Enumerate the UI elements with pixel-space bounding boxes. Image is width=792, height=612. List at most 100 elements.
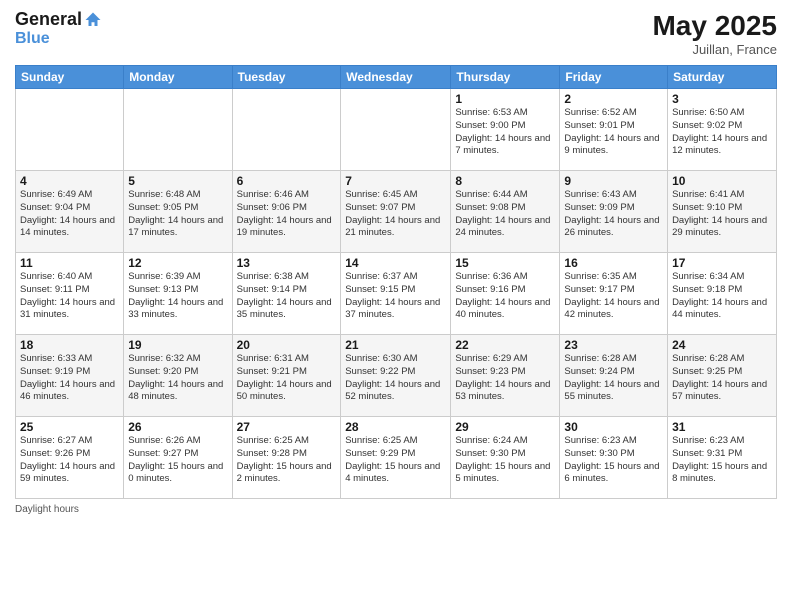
calendar-cell-w5-d2: 26Sunrise: 6:26 AM Sunset: 9:27 PM Dayli… <box>124 417 232 499</box>
calendar-cell-w1-d2 <box>124 89 232 171</box>
day-number: 29 <box>455 420 555 434</box>
calendar-cell-w2-d4: 7Sunrise: 6:45 AM Sunset: 9:07 PM Daylig… <box>341 171 451 253</box>
month-year-title: May 2025 <box>652 10 777 42</box>
day-info: Sunrise: 6:36 AM Sunset: 9:16 PM Dayligh… <box>455 271 555 322</box>
day-info: Sunrise: 6:30 AM Sunset: 9:22 PM Dayligh… <box>345 353 446 404</box>
calendar-cell-w2-d3: 6Sunrise: 6:46 AM Sunset: 9:06 PM Daylig… <box>232 171 341 253</box>
calendar-cell-w3-d7: 17Sunrise: 6:34 AM Sunset: 9:18 PM Dayli… <box>668 253 777 335</box>
day-info: Sunrise: 6:37 AM Sunset: 9:15 PM Dayligh… <box>345 271 446 322</box>
day-number: 17 <box>672 256 772 270</box>
day-number: 15 <box>455 256 555 270</box>
day-number: 16 <box>564 256 663 270</box>
calendar-cell-w3-d3: 13Sunrise: 6:38 AM Sunset: 9:14 PM Dayli… <box>232 253 341 335</box>
day-number: 22 <box>455 338 555 352</box>
day-info: Sunrise: 6:50 AM Sunset: 9:02 PM Dayligh… <box>672 107 772 158</box>
calendar-cell-w4-d5: 22Sunrise: 6:29 AM Sunset: 9:23 PM Dayli… <box>451 335 560 417</box>
week-row-4: 18Sunrise: 6:33 AM Sunset: 9:19 PM Dayli… <box>16 335 777 417</box>
day-number: 24 <box>672 338 772 352</box>
day-number: 7 <box>345 174 446 188</box>
calendar-cell-w5-d7: 31Sunrise: 6:23 AM Sunset: 9:31 PM Dayli… <box>668 417 777 499</box>
calendar-cell-w1-d5: 1Sunrise: 6:53 AM Sunset: 9:00 PM Daylig… <box>451 89 560 171</box>
day-number: 21 <box>345 338 446 352</box>
day-number: 1 <box>455 92 555 106</box>
day-info: Sunrise: 6:32 AM Sunset: 9:20 PM Dayligh… <box>128 353 227 404</box>
day-info: Sunrise: 6:48 AM Sunset: 9:05 PM Dayligh… <box>128 189 227 240</box>
day-number: 8 <box>455 174 555 188</box>
calendar-cell-w3-d2: 12Sunrise: 6:39 AM Sunset: 9:13 PM Dayli… <box>124 253 232 335</box>
day-info: Sunrise: 6:34 AM Sunset: 9:18 PM Dayligh… <box>672 271 772 322</box>
col-tuesday: Tuesday <box>232 66 341 89</box>
day-number: 30 <box>564 420 663 434</box>
col-wednesday: Wednesday <box>341 66 451 89</box>
col-thursday: Thursday <box>451 66 560 89</box>
day-info: Sunrise: 6:24 AM Sunset: 9:30 PM Dayligh… <box>455 435 555 486</box>
title-block: May 2025 Juillan, France <box>652 10 777 57</box>
day-info: Sunrise: 6:28 AM Sunset: 9:25 PM Dayligh… <box>672 353 772 404</box>
logo-text-line2: Blue <box>15 30 50 48</box>
calendar-cell-w2-d1: 4Sunrise: 6:49 AM Sunset: 9:04 PM Daylig… <box>16 171 124 253</box>
day-info: Sunrise: 6:29 AM Sunset: 9:23 PM Dayligh… <box>455 353 555 404</box>
calendar-cell-w5-d5: 29Sunrise: 6:24 AM Sunset: 9:30 PM Dayli… <box>451 417 560 499</box>
day-number: 4 <box>20 174 119 188</box>
calendar-cell-w2-d7: 10Sunrise: 6:41 AM Sunset: 9:10 PM Dayli… <box>668 171 777 253</box>
calendar-cell-w3-d5: 15Sunrise: 6:36 AM Sunset: 9:16 PM Dayli… <box>451 253 560 335</box>
day-info: Sunrise: 6:45 AM Sunset: 9:07 PM Dayligh… <box>345 189 446 240</box>
day-info: Sunrise: 6:52 AM Sunset: 9:01 PM Dayligh… <box>564 107 663 158</box>
day-number: 26 <box>128 420 227 434</box>
day-info: Sunrise: 6:31 AM Sunset: 9:21 PM Dayligh… <box>237 353 337 404</box>
day-info: Sunrise: 6:27 AM Sunset: 9:26 PM Dayligh… <box>20 435 119 486</box>
day-number: 2 <box>564 92 663 106</box>
col-sunday: Sunday <box>16 66 124 89</box>
calendar-cell-w4-d7: 24Sunrise: 6:28 AM Sunset: 9:25 PM Dayli… <box>668 335 777 417</box>
day-number: 6 <box>237 174 337 188</box>
day-info: Sunrise: 6:25 AM Sunset: 9:28 PM Dayligh… <box>237 435 337 486</box>
day-info: Sunrise: 6:38 AM Sunset: 9:14 PM Dayligh… <box>237 271 337 322</box>
week-row-5: 25Sunrise: 6:27 AM Sunset: 9:26 PM Dayli… <box>16 417 777 499</box>
location-subtitle: Juillan, France <box>652 42 777 57</box>
day-info: Sunrise: 6:35 AM Sunset: 9:17 PM Dayligh… <box>564 271 663 322</box>
day-number: 11 <box>20 256 119 270</box>
calendar-header-row: Sunday Monday Tuesday Wednesday Thursday… <box>16 66 777 89</box>
calendar-cell-w5-d3: 27Sunrise: 6:25 AM Sunset: 9:28 PM Dayli… <box>232 417 341 499</box>
calendar-cell-w3-d4: 14Sunrise: 6:37 AM Sunset: 9:15 PM Dayli… <box>341 253 451 335</box>
day-number: 10 <box>672 174 772 188</box>
day-number: 14 <box>345 256 446 270</box>
day-info: Sunrise: 6:26 AM Sunset: 9:27 PM Dayligh… <box>128 435 227 486</box>
col-saturday: Saturday <box>668 66 777 89</box>
day-number: 12 <box>128 256 227 270</box>
day-number: 13 <box>237 256 337 270</box>
logo-icon <box>84 11 102 29</box>
calendar-cell-w1-d6: 2Sunrise: 6:52 AM Sunset: 9:01 PM Daylig… <box>560 89 668 171</box>
calendar-cell-w2-d6: 9Sunrise: 6:43 AM Sunset: 9:09 PM Daylig… <box>560 171 668 253</box>
calendar-table: Sunday Monday Tuesday Wednesday Thursday… <box>15 65 777 499</box>
calendar-cell-w1-d7: 3Sunrise: 6:50 AM Sunset: 9:02 PM Daylig… <box>668 89 777 171</box>
calendar-cell-w4-d2: 19Sunrise: 6:32 AM Sunset: 9:20 PM Dayli… <box>124 335 232 417</box>
day-number: 20 <box>237 338 337 352</box>
day-number: 5 <box>128 174 227 188</box>
calendar-cell-w5-d6: 30Sunrise: 6:23 AM Sunset: 9:30 PM Dayli… <box>560 417 668 499</box>
day-info: Sunrise: 6:39 AM Sunset: 9:13 PM Dayligh… <box>128 271 227 322</box>
calendar-cell-w2-d2: 5Sunrise: 6:48 AM Sunset: 9:05 PM Daylig… <box>124 171 232 253</box>
calendar-cell-w1-d4 <box>341 89 451 171</box>
day-info: Sunrise: 6:44 AM Sunset: 9:08 PM Dayligh… <box>455 189 555 240</box>
logo: General Blue <box>15 10 102 47</box>
day-number: 9 <box>564 174 663 188</box>
day-info: Sunrise: 6:23 AM Sunset: 9:31 PM Dayligh… <box>672 435 772 486</box>
week-row-3: 11Sunrise: 6:40 AM Sunset: 9:11 PM Dayli… <box>16 253 777 335</box>
calendar-cell-w2-d5: 8Sunrise: 6:44 AM Sunset: 9:08 PM Daylig… <box>451 171 560 253</box>
calendar-cell-w5-d1: 25Sunrise: 6:27 AM Sunset: 9:26 PM Dayli… <box>16 417 124 499</box>
day-info: Sunrise: 6:43 AM Sunset: 9:09 PM Dayligh… <box>564 189 663 240</box>
page: General Blue May 2025 Juillan, France Su… <box>0 0 792 612</box>
day-number: 27 <box>237 420 337 434</box>
calendar-cell-w4-d4: 21Sunrise: 6:30 AM Sunset: 9:22 PM Dayli… <box>341 335 451 417</box>
calendar-cell-w4-d3: 20Sunrise: 6:31 AM Sunset: 9:21 PM Dayli… <box>232 335 341 417</box>
day-info: Sunrise: 6:49 AM Sunset: 9:04 PM Dayligh… <box>20 189 119 240</box>
calendar-cell-w4-d6: 23Sunrise: 6:28 AM Sunset: 9:24 PM Dayli… <box>560 335 668 417</box>
logo-text-line1: General <box>15 10 82 30</box>
day-number: 25 <box>20 420 119 434</box>
day-info: Sunrise: 6:40 AM Sunset: 9:11 PM Dayligh… <box>20 271 119 322</box>
day-number: 19 <box>128 338 227 352</box>
day-number: 3 <box>672 92 772 106</box>
day-info: Sunrise: 6:53 AM Sunset: 9:00 PM Dayligh… <box>455 107 555 158</box>
day-number: 31 <box>672 420 772 434</box>
